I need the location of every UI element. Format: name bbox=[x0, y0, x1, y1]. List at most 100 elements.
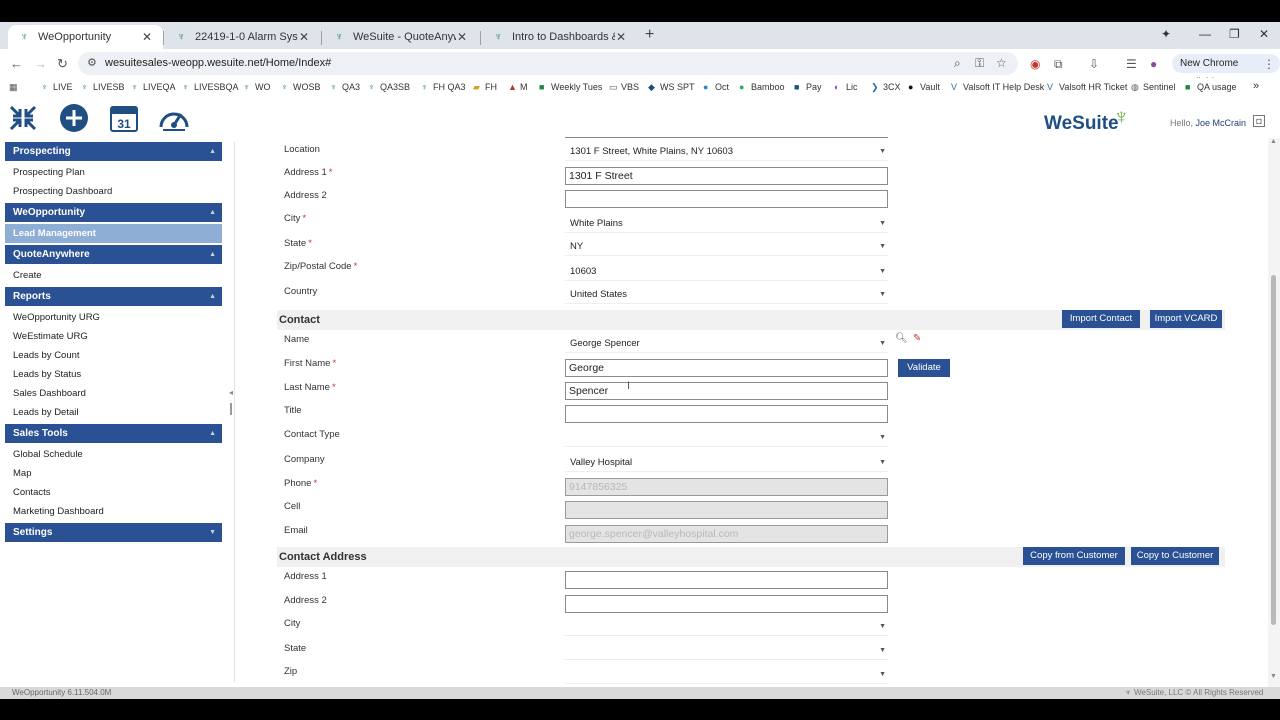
import-contact-button[interactable]: Import Contact bbox=[1062, 310, 1140, 328]
email-field[interactable]: george.spencer@valleyhospital.com bbox=[565, 525, 888, 543]
bookmark-fh[interactable]: ▰ FH bbox=[473, 82, 497, 93]
contact-address2-field[interactable] bbox=[565, 595, 888, 613]
minimize-icon[interactable]: — bbox=[1199, 27, 1211, 41]
bookmark-valsoft-hr[interactable]: V Valsoft HR Ticket bbox=[1047, 82, 1127, 92]
page-scrollbar[interactable]: ▲ ▼ bbox=[1268, 138, 1280, 687]
zoom-icon[interactable]: ⌕ bbox=[954, 56, 961, 71]
collapse-triangle-icon[interactable]: ▲ bbox=[209, 424, 216, 443]
contact-city-select[interactable]: ▼ bbox=[565, 618, 888, 636]
city-select[interactable]: White Plains ▼ bbox=[565, 215, 888, 233]
more-menu-icon[interactable]: ⋮ bbox=[1263, 57, 1275, 71]
bookmark-lic[interactable]: ◐ Lic bbox=[834, 82, 858, 92]
profile-avatar-icon[interactable]: ● bbox=[1150, 57, 1157, 71]
bookmark-qa-usage[interactable]: ■ QA usage bbox=[1185, 82, 1237, 92]
bookmark-pay[interactable]: ■ Pay bbox=[794, 82, 822, 92]
collapse-arrows-icon[interactable] bbox=[6, 103, 40, 133]
copy-to-customer-button[interactable]: Copy to Customer bbox=[1131, 547, 1219, 565]
restore-icon[interactable]: ❐ bbox=[1229, 27, 1240, 41]
bookmark-wo[interactable]: ♆ WO bbox=[243, 82, 271, 92]
bookmark-qa3sb[interactable]: ♆ QA3SB bbox=[368, 82, 410, 92]
bookmark-oct[interactable]: ● Oct bbox=[703, 82, 729, 92]
new-tab-plus-icon[interactable]: + bbox=[645, 26, 659, 44]
gemini-sparkle-icon[interactable]: ✦ bbox=[1161, 27, 1171, 41]
sidebar-section-settings[interactable]: Settings ▼ bbox=[5, 523, 222, 542]
close-icon[interactable]: ✕ bbox=[141, 30, 153, 44]
bookmark-sentinel[interactable]: ◍ Sentinel bbox=[1131, 82, 1176, 93]
first-name-field[interactable]: George bbox=[565, 359, 888, 377]
sidebar-item-sales-dashboard[interactable]: Sales Dashboard bbox=[5, 384, 222, 403]
sidebar-resize-handle[interactable] bbox=[230, 403, 232, 415]
tab-intro-dashboards[interactable]: ♆ Intro to Dashboards & Setup | · ✕ bbox=[482, 25, 637, 49]
copy-from-customer-button[interactable]: Copy from Customer bbox=[1023, 547, 1125, 565]
bookmark-m[interactable]: ▲ M bbox=[508, 82, 528, 92]
company-select[interactable]: Valley Hospital ▼ bbox=[565, 454, 888, 472]
name-select[interactable]: George Spencer ▼ bbox=[565, 335, 888, 353]
collapse-triangle-icon[interactable]: ▲ bbox=[209, 203, 216, 222]
bookmark-bamboo[interactable]: ● Bamboo bbox=[739, 82, 785, 92]
zip-select[interactable]: 10603 ▼ bbox=[565, 263, 888, 281]
more-bookmarks-icon[interactable]: » bbox=[1253, 80, 1259, 92]
collapse-triangle-icon[interactable]: ▲ bbox=[209, 142, 216, 161]
location-select[interactable]: 1301 F Street, White Plains, NY 10603 ▼ bbox=[565, 143, 888, 161]
reload-icon[interactable]: ↻ bbox=[57, 56, 68, 72]
calendar-icon[interactable]: 31 bbox=[107, 103, 141, 133]
contact-address1-field[interactable] bbox=[565, 571, 888, 589]
collapse-triangle-icon[interactable]: ▲ bbox=[209, 287, 216, 306]
bookmark-weekly-tues[interactable]: ■ Weekly Tues bbox=[539, 82, 602, 92]
contact-state-select[interactable]: ▼ bbox=[565, 642, 888, 660]
bookmark-wosb[interactable]: ♆ WOSB bbox=[281, 82, 321, 92]
bookmark-vbs[interactable]: ▭ VBS bbox=[609, 82, 639, 93]
validate-button[interactable]: Validate bbox=[898, 359, 950, 377]
scrollbar-thumb[interactable] bbox=[1271, 275, 1276, 625]
sidebar-item-weestimate-urg[interactable]: WeEstimate URG bbox=[5, 327, 222, 346]
contact-zip-select[interactable]: ▼ bbox=[565, 666, 888, 684]
address-bar[interactable]: ⚙ wesuitesales-weopp.wesuite.net/Home/In… bbox=[78, 52, 1018, 75]
search-magnifier-icon[interactable]: 🔍︎ bbox=[895, 333, 908, 344]
phone-field[interactable]: 9147856325 bbox=[565, 478, 888, 496]
country-select[interactable]: United States ▼ bbox=[565, 286, 888, 304]
bookmark-ws-spt[interactable]: ◆ WS SPT bbox=[648, 82, 695, 93]
contact-type-select[interactable]: ▼ bbox=[565, 429, 888, 447]
add-plus-icon[interactable] bbox=[57, 103, 91, 133]
close-icon[interactable]: ✕ bbox=[456, 30, 468, 44]
dashboard-gauge-icon[interactable] bbox=[157, 103, 191, 133]
user-profile-icon[interactable]: ◘ bbox=[1253, 115, 1265, 127]
sidebar-item-leads-by-count[interactable]: Leads by Count bbox=[5, 346, 222, 365]
bookmark-livesb[interactable]: ♆ LIVESB bbox=[81, 82, 125, 92]
bookmark-liveqa[interactable]: ♆ LIVEQA bbox=[131, 82, 176, 92]
close-icon[interactable]: ✕ bbox=[615, 30, 627, 44]
import-vcard-button[interactable]: Import VCARD bbox=[1150, 310, 1222, 328]
site-info-icon[interactable]: ⚙ bbox=[87, 56, 97, 69]
last-name-field[interactable]: Spencer bbox=[565, 382, 888, 400]
password-key-icon[interactable]: ⚿ bbox=[975, 56, 984, 71]
bookmark-star-icon[interactable]: ☆ bbox=[996, 56, 1007, 70]
bookmark-fh-qa3[interactable]: ♆ FH QA3 bbox=[421, 82, 466, 92]
bookmark-3cx[interactable]: ❯ 3CX bbox=[871, 82, 901, 93]
sidebar-section-reports[interactable]: Reports ▲ bbox=[5, 287, 222, 306]
title-field[interactable] bbox=[565, 405, 888, 423]
close-window-icon[interactable]: ✕ bbox=[1259, 27, 1269, 41]
bookmark-live[interactable]: ♆ LIVE bbox=[41, 82, 73, 92]
sidebar-section-weopportunity[interactable]: WeOpportunity ▲ bbox=[5, 203, 222, 222]
bookmark-valsoft-it[interactable]: V Valsoft IT Help Desk bbox=[951, 82, 1044, 92]
forward-arrow-icon[interactable]: → bbox=[34, 56, 47, 71]
sidebar-toggle-icon[interactable]: ◂ bbox=[229, 388, 233, 397]
sidebar-item-marketing-dashboard[interactable]: Marketing Dashboard bbox=[5, 502, 222, 521]
sidebar-item-map[interactable]: Map bbox=[5, 464, 222, 483]
address1-field[interactable]: 1301 F Street bbox=[565, 167, 888, 185]
extensions-puzzle-icon[interactable]: ⧉ bbox=[1054, 57, 1063, 72]
tab-alarm-system[interactable]: ♆ 22419-1-0 Alarm System / QA3 ✕ bbox=[165, 25, 320, 49]
state-select[interactable]: NY ▼ bbox=[565, 238, 888, 256]
extension-icon[interactable]: ◉ bbox=[1030, 57, 1040, 71]
close-icon[interactable]: ✕ bbox=[298, 30, 310, 44]
sidebar-item-leads-by-detail[interactable]: Leads by Detail bbox=[5, 403, 222, 422]
tab-search-icon[interactable]: ☰ bbox=[1126, 57, 1137, 71]
tab-weopportunity[interactable]: ♆ WeOpportunity ✕ bbox=[8, 25, 163, 49]
eraser-icon[interactable]: ✎ bbox=[913, 333, 921, 344]
sidebar-item-prospecting-plan[interactable]: Prospecting Plan bbox=[5, 163, 222, 182]
scroll-up-arrow-icon[interactable]: ▲ bbox=[1270, 138, 1277, 145]
user-name[interactable]: Joe McCrain bbox=[1196, 118, 1247, 128]
sidebar-item-create[interactable]: Create bbox=[5, 266, 222, 285]
sidebar-item-lead-management[interactable]: Lead Management bbox=[5, 224, 222, 243]
sidebar-section-quoteanywhere[interactable]: QuoteAnywhere ▲ bbox=[5, 245, 222, 264]
